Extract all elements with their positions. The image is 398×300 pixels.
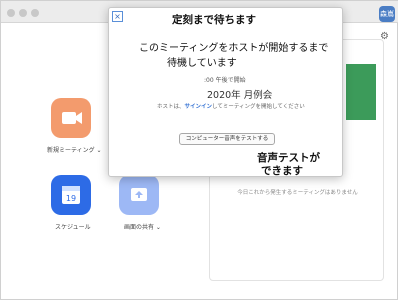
annotation-bottom-line2: できます [261,165,303,177]
waiting-for-host-dialog: × 定刻まで待ちます このミーティングをホストが開始するまで 待機しています :… [108,7,343,177]
banner-image [346,64,376,120]
schedule-label: スケジュール [55,224,91,231]
share-screen-label: 画面の共有 ⌄ [124,224,161,231]
test-computer-audio-button[interactable]: コンピューター音声をテストする [179,133,275,145]
calendar-icon: 19 [62,186,80,204]
host-note: ホストは、サインインしてミーティングを開始してください [157,102,305,110]
new-meeting-label: 新規ミーティング ⌄ [47,147,102,154]
annotation-top: 定刻まで待ちます [172,14,256,26]
video-camera-icon [62,112,82,124]
close-window-dot[interactable] [7,9,15,17]
no-meetings-text: 今日これから発生するミーティングはありません [237,190,358,196]
calendar-date: 19 [66,194,76,203]
schedule-button[interactable]: 19 [51,175,91,215]
host-note-prefix: ホストは、 [157,104,185,110]
minimize-window-dot[interactable] [19,9,27,17]
sign-in-link[interactable]: サインイン [185,104,213,110]
start-time: :00 午後で開始 [204,77,246,84]
zoom-window-dot[interactable] [31,9,39,17]
share-screen-icon [131,188,147,201]
share-screen-button[interactable] [119,175,159,215]
avatar[interactable]: 森嶌 [379,6,395,22]
new-meeting-button[interactable] [51,98,91,138]
close-icon[interactable]: × [112,11,123,22]
meeting-title: 2020年 月例会 [207,90,273,101]
host-note-suffix: してミーティングを開始してください [212,104,305,110]
host-wait-line2: 待機しています [167,58,237,69]
host-wait-line1: このミーティングをホストが開始するまで [139,43,329,54]
